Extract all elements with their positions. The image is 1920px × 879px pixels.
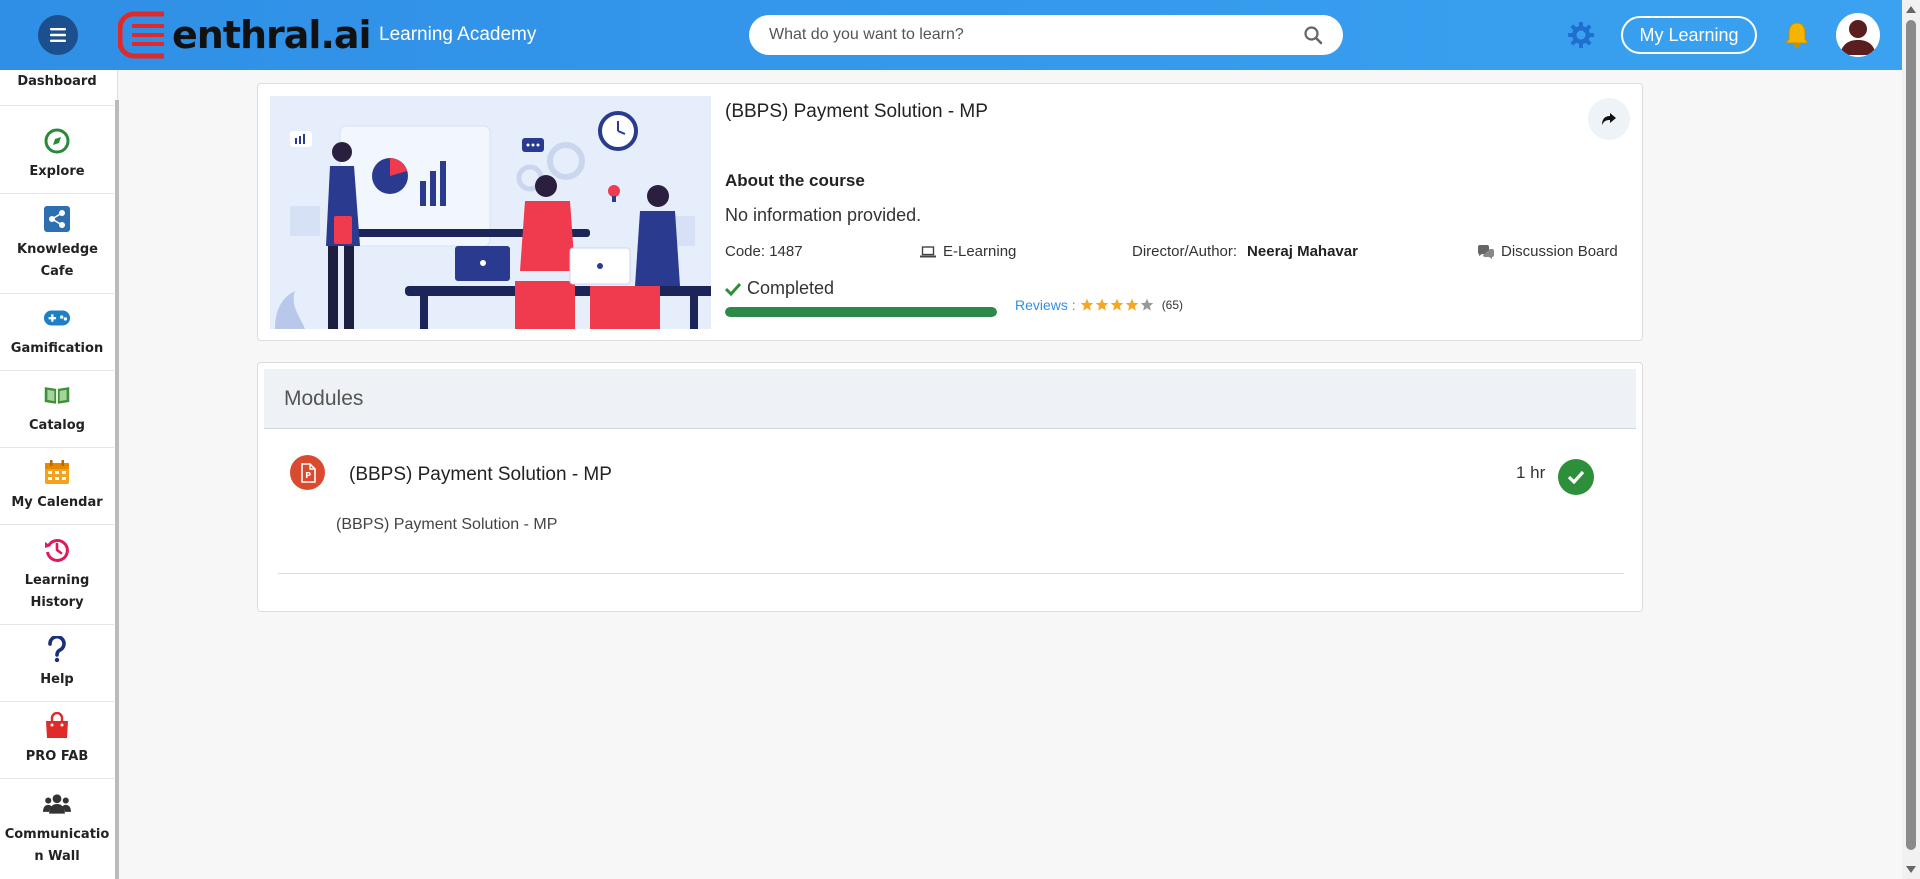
progress-bar [725,307,997,317]
star-icon [1080,298,1093,311]
page-scrollbar[interactable] [1902,0,1920,879]
user-avatar-icon [1836,13,1880,57]
course-type: E-Learning [920,243,1016,260]
divider [278,573,1624,574]
module-description: (BBPS) Payment Solution - MP [336,516,558,533]
discussion-board-label: Discussion Board [1501,243,1618,260]
sidebar-item-learning-history[interactable]: Learning History [0,525,114,625]
bell-icon[interactable] [1782,20,1812,50]
logo-text: enthral.ai [172,13,372,57]
star-icon [1140,298,1153,311]
modules-panel: Modules P (BBPS) Payment Solution - MP 1… [257,362,1643,612]
sidebar: Dashboard Explore Knowledge Cafe Gamific… [0,70,118,879]
rating-stars [1079,298,1154,312]
sidebar-item-help[interactable]: Help [0,625,114,702]
course-code: Code: 1487 [725,243,803,260]
discussion-board-link[interactable]: Discussion Board [1477,243,1618,260]
completion-status: Completed [725,278,834,299]
director-name: Neeraj Mahavar [1247,243,1358,260]
my-learning-button[interactable]: My Learning [1621,16,1757,54]
module-completed-icon [1558,459,1594,495]
director-label: Director/Author: [1132,243,1238,260]
scrollbar-thumb[interactable] [1906,20,1916,850]
sidebar-item-label: Catalog [29,418,85,433]
sidebar-item-communication-wall[interactable]: Communication Wall [0,779,114,879]
course-banner-image [270,96,711,329]
shopping-bag-icon [43,712,71,740]
user-avatar[interactable] [1836,13,1880,57]
gear-icon[interactable] [1566,20,1596,50]
history-icon [43,536,71,564]
laptop-icon [920,245,936,257]
sidebar-item-label: Knowledge Cafe [17,241,98,279]
sidebar-item-label: Gamification [10,341,104,356]
share-icon [43,205,71,233]
modules-header: Modules [264,369,1636,429]
pdf-module-icon: P [290,455,325,490]
module-title[interactable]: (BBPS) Payment Solution - MP [349,464,612,486]
sidebar-item-explore[interactable]: Explore [0,117,114,194]
progress-bar-fill [725,307,997,317]
users-icon [43,790,71,818]
sidebar-item-dashboard[interactable]: Dashboard [0,70,114,106]
sidebar-item-label: Learning History [24,572,90,610]
modules-heading: Modules [284,387,364,410]
course-type-label: E-Learning [943,243,1017,260]
sidebar-item-label: Dashboard [17,73,97,89]
reviews-link[interactable]: Reviews : [1015,297,1076,313]
sidebar-item-gamification[interactable]: Gamification [0,294,114,371]
course-card: (BBPS) Payment Solution - MP About the c… [257,83,1643,341]
calendar-icon [43,458,71,486]
logo-mark-icon [117,8,170,62]
sidebar-scrollbar[interactable] [115,100,119,879]
sidebar-item-catalog[interactable]: Catalog [0,371,114,448]
search-input[interactable] [749,15,1269,55]
sidebar-item-label: Explore [29,164,85,179]
scroll-up-icon[interactable] [1906,6,1916,13]
top-header: enthral.ai Learning Academy My Learning [0,0,1902,70]
search-bar [749,15,1343,55]
scroll-down-icon[interactable] [1906,866,1916,873]
sidebar-item-my-calendar[interactable]: My Calendar [0,448,114,525]
sidebar-item-label: Communication Wall [4,827,110,864]
academy-label: Learning Academy [379,24,537,45]
svg-text:P: P [305,471,311,480]
about-text: No information provided. [725,205,922,225]
hamburger-menu-button[interactable] [38,15,78,55]
sidebar-item-label: My Calendar [11,495,103,510]
compass-icon [43,127,71,155]
comments-icon [1478,244,1494,259]
share-button[interactable] [1588,98,1630,140]
book-icon [43,381,71,409]
review-count: (65) [1161,298,1184,312]
about-heading: About the course [725,171,865,190]
logo[interactable]: enthral.ai [117,8,372,62]
sidebar-item-pro-fab[interactable]: PRO FAB [0,702,114,779]
course-director: Director/Author: Neeraj Mahavar [1132,243,1358,260]
share-arrow-icon [1602,113,1616,125]
completion-status-label: Completed [747,278,835,298]
module-duration: 1 hr [1516,463,1546,482]
search-icon[interactable] [1303,25,1323,45]
course-title: (BBPS) Payment Solution - MP [725,101,988,122]
sidebar-item-label: Help [40,672,74,687]
hamburger-icon [50,28,66,42]
star-icon [1125,298,1138,311]
check-icon [725,282,741,296]
star-icon [1110,298,1123,311]
sidebar-item-knowledge-cafe[interactable]: Knowledge Cafe [0,194,114,294]
gamepad-icon [43,304,71,332]
question-icon [43,635,71,663]
star-icon [1095,298,1108,311]
sidebar-item-label: PRO FAB [25,749,89,764]
reviews: Reviews : (65) [1015,297,1183,313]
